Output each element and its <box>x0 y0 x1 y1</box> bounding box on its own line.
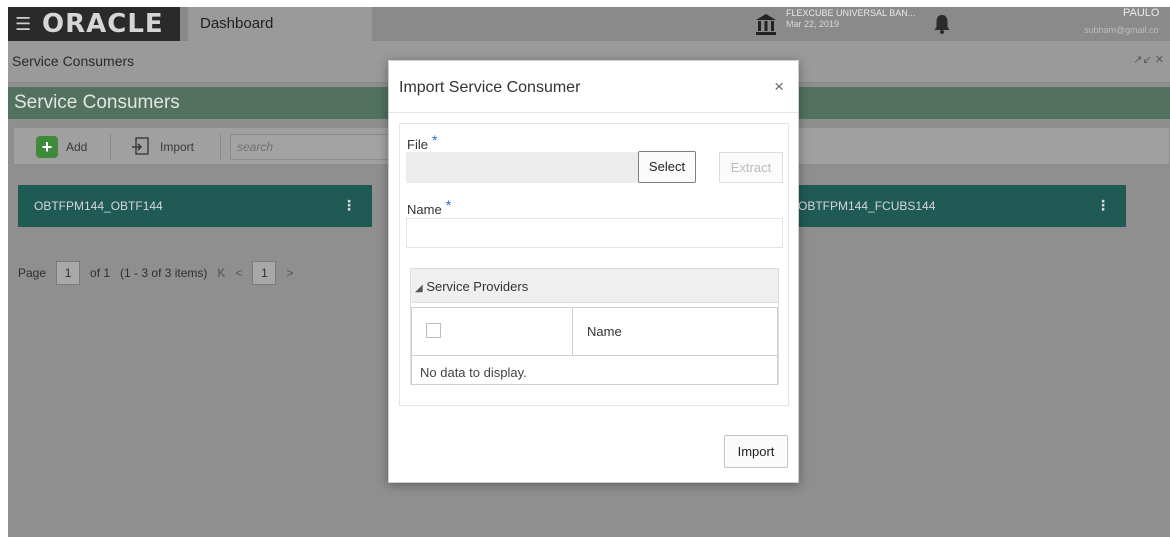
close-window-icon[interactable]: ✕ <box>1155 54 1164 66</box>
breadcrumb: Service Consumers <box>12 53 135 69</box>
plus-icon: + <box>36 136 58 158</box>
select-all-checkbox[interactable] <box>426 323 441 338</box>
add-label: Add <box>66 140 88 154</box>
service-providers-heading: Service Providers <box>426 279 529 294</box>
kebab-menu-icon[interactable]: ⋮ <box>342 197 356 214</box>
next-page-button[interactable]: > <box>286 266 293 280</box>
name-label: Name * <box>407 197 451 217</box>
item-range: (1 - 3 of 3 items) <box>120 266 208 280</box>
dialog-divider <box>389 112 798 113</box>
first-page-button[interactable]: K <box>217 266 225 280</box>
import-button[interactable]: Import <box>130 136 194 158</box>
extract-button[interactable]: Extract <box>719 152 783 183</box>
card-label: OBTFPM144_OBTF144 <box>34 199 163 213</box>
name-label-text: Name <box>407 202 442 217</box>
consumer-card[interactable]: OBTFPM144_OBTF144 ⋮ <box>18 185 372 227</box>
collapse-icon[interactable]: ↗↙ <box>1133 54 1151 66</box>
add-button[interactable]: + Add <box>36 136 87 158</box>
kebab-menu-icon[interactable]: ⋮ <box>1096 197 1110 214</box>
service-providers-header[interactable]: ◢ Service Providers <box>411 269 778 303</box>
name-column-header[interactable]: Name <box>573 308 777 356</box>
user-email: subham@gmail.co <box>1084 25 1159 35</box>
file-label: File * <box>407 132 437 152</box>
import-icon <box>132 137 149 155</box>
page-number-input[interactable]: 1 <box>56 261 81 285</box>
bell-icon[interactable] <box>933 14 951 34</box>
select-all-cell <box>412 308 573 356</box>
required-mark: * <box>445 197 452 213</box>
bank-icon <box>756 14 776 35</box>
dialog-form: File * Select Extract Name * ◢ Service Pro… <box>399 123 789 406</box>
page-label: Page <box>18 266 47 280</box>
card-label: OBTFPM144_FCUBS144 <box>798 199 936 213</box>
page-button[interactable]: 1 <box>252 261 277 285</box>
consumer-card[interactable]: OBTFPM144_FCUBS144 ⋮ <box>782 185 1126 227</box>
service-providers-panel: ◢ Service Providers Name No data to disp… <box>410 268 779 385</box>
empty-message: No data to display. <box>420 365 527 380</box>
import-submit-button[interactable]: Import <box>724 435 788 468</box>
window-controls[interactable]: ↗↙ ✕ <box>1133 53 1164 66</box>
top-header: ☰ ORACLE Dashboard FLEXCUBE UNIVERSAL BA… <box>8 7 1170 41</box>
service-providers-table: Name No data to display. <box>411 307 778 385</box>
close-icon[interactable]: × <box>774 77 784 97</box>
toolbar-divider <box>110 134 111 160</box>
import-dialog: Import Service Consumer × File * Select E… <box>388 60 799 483</box>
file-path-field[interactable] <box>406 152 638 183</box>
toolbar-divider <box>220 134 221 160</box>
search-input[interactable]: search <box>230 134 400 160</box>
bank-date: Mar 22, 2019 <box>786 19 840 29</box>
page-title: Service Consumers <box>14 92 180 113</box>
dialog-title: Import Service Consumer <box>399 79 581 96</box>
collapse-triangle-icon: ◢ <box>415 283 423 294</box>
select-button[interactable]: Select <box>638 151 696 183</box>
file-label-text: File <box>407 137 428 152</box>
import-label: Import <box>160 140 195 154</box>
pagination: Page 1 of 1 (1 - 3 of 3 items) K < 1 > <box>18 261 293 285</box>
brand-area: ☰ ORACLE <box>8 7 180 41</box>
user-name[interactable]: PAULO <box>1123 7 1159 19</box>
dashboard-tab[interactable]: Dashboard <box>188 7 372 41</box>
page-count: of 1 <box>90 266 111 280</box>
hamburger-menu-icon[interactable]: ☰ <box>15 15 31 33</box>
name-input[interactable] <box>406 218 783 248</box>
oracle-logo: ORACLE <box>42 9 164 39</box>
required-mark: * <box>431 132 438 148</box>
prev-page-button[interactable]: < <box>235 266 242 280</box>
bank-name: FLEXCUBE UNIVERSAL BAN... <box>786 8 916 18</box>
